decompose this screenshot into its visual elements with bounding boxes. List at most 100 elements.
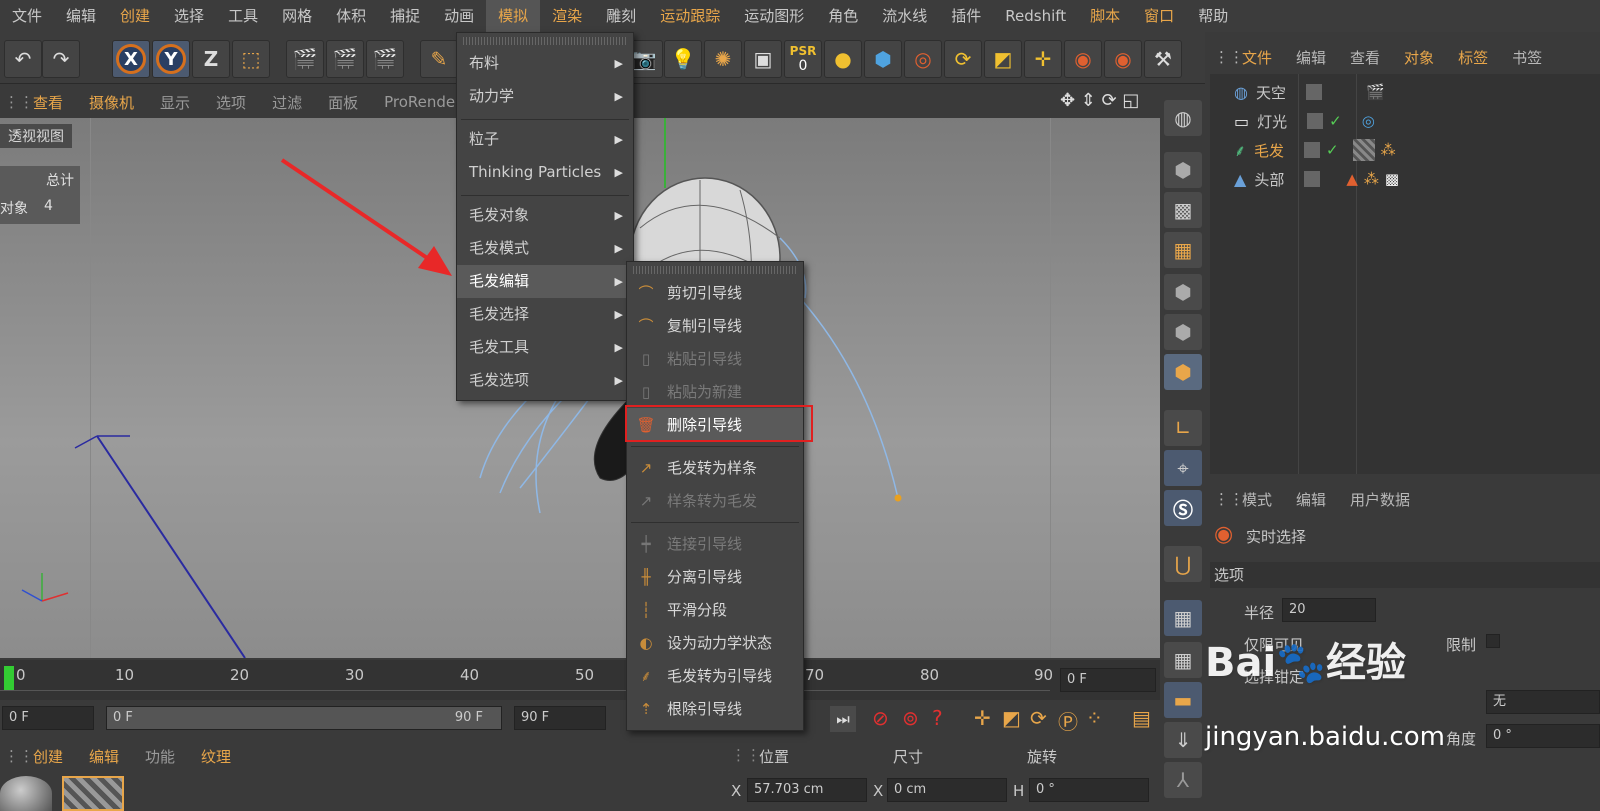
key-param-button[interactable]: Ⓟ xyxy=(1058,706,1078,735)
key-position-button[interactable]: ✛ xyxy=(974,706,991,730)
submenu-item-split-guides[interactable]: ╫ 分离引导线 xyxy=(627,560,803,593)
object-palette-button[interactable]: ◍ xyxy=(1164,100,1202,136)
frame-range-slider[interactable]: 0 F 90 F xyxy=(106,706,502,730)
lock-x-button[interactable]: X xyxy=(112,40,150,78)
limit-checkbox[interactable] xyxy=(1486,634,1500,648)
rot-h-input[interactable]: 0 ° xyxy=(1029,778,1149,802)
menu-mograph[interactable]: 运动图形 xyxy=(732,0,816,32)
download-button[interactable]: ⇓ xyxy=(1164,722,1202,758)
point-mode-button[interactable]: ⬢ xyxy=(1164,274,1202,310)
texture-mode-button[interactable]: ▦ xyxy=(1164,232,1202,268)
snap-button[interactable]: ⋃ xyxy=(1164,546,1202,582)
menu-item-hair-mode[interactable]: 毛发模式 ▶ xyxy=(457,232,633,265)
vp-menu-view[interactable]: 查看 xyxy=(20,92,76,113)
menu-sculpt[interactable]: 雕刻 xyxy=(594,0,648,32)
render-picture-viewer-button[interactable]: 🎬 xyxy=(326,40,364,78)
material-swatch-sky[interactable] xyxy=(0,776,52,811)
solo-button[interactable]: Ⓢ xyxy=(1164,490,1202,526)
points-mode-button[interactable]: ⬢ xyxy=(1164,152,1202,188)
autokey-button[interactable]: ⊚ xyxy=(902,706,919,730)
menu-simulate[interactable]: 模拟 xyxy=(486,0,541,32)
menu-redshift[interactable]: Redshift xyxy=(993,0,1078,32)
submenu-item-hair-to-spline[interactable]: ↗ 毛发转为样条 xyxy=(627,451,803,484)
coord-system-button[interactable]: ⬚ xyxy=(232,40,270,78)
menu-animate[interactable]: 动画 xyxy=(432,0,486,32)
obj-tab-tags[interactable]: 标签 xyxy=(1446,47,1500,68)
folder-button[interactable]: ▬ xyxy=(1164,682,1202,718)
menu-item-hair-edit[interactable]: 毛发编辑 ▶ xyxy=(457,265,633,298)
menu-item-hair-options[interactable]: 毛发选项 ▶ xyxy=(457,364,633,397)
menu-file[interactable]: 文件 xyxy=(0,0,54,32)
menu-item-cloth[interactable]: 布料 ▶ xyxy=(457,47,633,80)
obj-tab-objects[interactable]: 对象 xyxy=(1392,47,1446,68)
angle-input[interactable]: 0 ° xyxy=(1486,724,1600,748)
psr-button[interactable]: PSR 0 xyxy=(784,40,822,78)
menu-create[interactable]: 创建 xyxy=(108,0,162,32)
object-row-head[interactable]: ▲ 头部 ▲ ⁂ ▩ xyxy=(1210,165,1600,193)
size-x-input[interactable]: 0 cm xyxy=(887,778,1007,802)
submenu-item-hair-to-guides[interactable]: ⸙ 毛发转为引导线 xyxy=(627,659,803,692)
menu-item-dynamics[interactable]: 动力学 ▶ xyxy=(457,80,633,113)
object-row-hair[interactable]: ⸙ 毛发 ✓ ⁂ xyxy=(1210,136,1600,164)
menu-render[interactable]: 渲染 xyxy=(540,0,594,32)
light-button[interactable]: 💡 xyxy=(664,40,702,78)
goto-end-button[interactable]: ⏭ xyxy=(830,706,856,732)
submenu-item-set-dynamics[interactable]: ◐ 设为动力学状态 xyxy=(627,626,803,659)
polygon-mode-button[interactable]: ⬢ xyxy=(1164,354,1202,390)
rotate-button[interactable]: ⟳ xyxy=(944,40,982,78)
viewport-nav-icons[interactable]: ✥ ⇕ ⟳ ◱ xyxy=(1060,90,1139,111)
edge-mode-button[interactable]: ⬢ xyxy=(1164,314,1202,350)
undo-button[interactable]: ↶ xyxy=(4,40,42,78)
obj-tab-edit[interactable]: 编辑 xyxy=(1284,47,1338,68)
playhead[interactable] xyxy=(4,666,14,690)
mat-menu-texture[interactable]: 纹理 xyxy=(188,746,244,767)
submenu-item-cut-guides[interactable]: ⌒ 剪切引导线 xyxy=(627,276,803,309)
radius-input[interactable]: 20 xyxy=(1282,598,1376,622)
menu-edit[interactable]: 编辑 xyxy=(54,0,108,32)
record-button[interactable]: ⊘ xyxy=(872,706,889,730)
mode-dropdown[interactable]: 无 xyxy=(1486,690,1600,714)
obj-tab-file[interactable]: 文件 xyxy=(1230,47,1284,68)
material-swatch-hair[interactable] xyxy=(62,776,124,811)
menu-plugins[interactable]: 插件 xyxy=(939,0,993,32)
obj-tab-bookmarks[interactable]: 书签 xyxy=(1500,47,1554,68)
move-button[interactable]: ✛ xyxy=(1024,40,1062,78)
attr-tab-mode[interactable]: 模式 xyxy=(1230,489,1284,510)
lock-y-button[interactable]: Y xyxy=(152,40,190,78)
deformer-button[interactable]: ✺ xyxy=(704,40,742,78)
menu-character[interactable]: 角色 xyxy=(816,0,870,32)
submenu-item-root-guides[interactable]: ⇡ 根除引导线 xyxy=(627,692,803,725)
pos-x-input[interactable]: 57.703 cm xyxy=(747,778,867,802)
mat-menu-function[interactable]: 功能 xyxy=(132,746,188,767)
start-frame-field[interactable]: 0 F xyxy=(2,706,94,730)
character-button[interactable]: ⅄ xyxy=(1164,762,1202,798)
live-select-button[interactable]: ◎ xyxy=(904,40,942,78)
end-frame-field[interactable]: 90 F xyxy=(514,706,606,730)
timeline[interactable]: 0 10 20 30 40 50 70 80 90 0 F xyxy=(0,660,1160,700)
vp-menu-panel[interactable]: 面板 xyxy=(315,92,371,113)
menu-motion-tracking[interactable]: 运动跟踪 xyxy=(648,0,732,32)
vp-menu-display[interactable]: 显示 xyxy=(147,92,203,113)
object-row-sky[interactable]: ◍ 天空 🎬 xyxy=(1210,78,1600,106)
workplane-lock-button[interactable]: ▦ xyxy=(1164,600,1202,636)
attr-tab-userdata[interactable]: 用户数据 xyxy=(1338,489,1422,510)
submenu-item-copy-guides[interactable]: ⌒ 复制引导线 xyxy=(627,309,803,342)
mat-menu-create[interactable]: 创建 xyxy=(20,746,76,767)
mat-menu-edit[interactable]: 编辑 xyxy=(76,746,132,767)
render-settings-button[interactable]: 🎬 xyxy=(366,40,404,78)
menu-help[interactable]: 帮助 xyxy=(1186,0,1240,32)
redo-button[interactable]: ↷ xyxy=(42,40,80,78)
checker-mode-button[interactable]: ▩ xyxy=(1164,192,1202,228)
menu-item-hair-selection[interactable]: 毛发选择 ▶ xyxy=(457,298,633,331)
menu-mesh[interactable]: 网格 xyxy=(270,0,324,32)
obj-tab-view[interactable]: 查看 xyxy=(1338,47,1392,68)
timeline-layout-button[interactable]: ▤ xyxy=(1132,706,1151,730)
menu-item-hair-objects[interactable]: 毛发对象 ▶ xyxy=(457,199,633,232)
cube-button[interactable]: ⬢ xyxy=(864,40,902,78)
tweak-mode-button[interactable]: ⌖ xyxy=(1164,450,1202,486)
object-row-light[interactable]: ▭ 灯光 ✓ ◎ xyxy=(1210,107,1600,135)
menu-tools[interactable]: 工具 xyxy=(216,0,270,32)
vp-menu-filter[interactable]: 过滤 xyxy=(259,92,315,113)
axis-button[interactable]: ● xyxy=(824,40,862,78)
key-scale-button[interactable]: ◩ xyxy=(1002,706,1021,730)
